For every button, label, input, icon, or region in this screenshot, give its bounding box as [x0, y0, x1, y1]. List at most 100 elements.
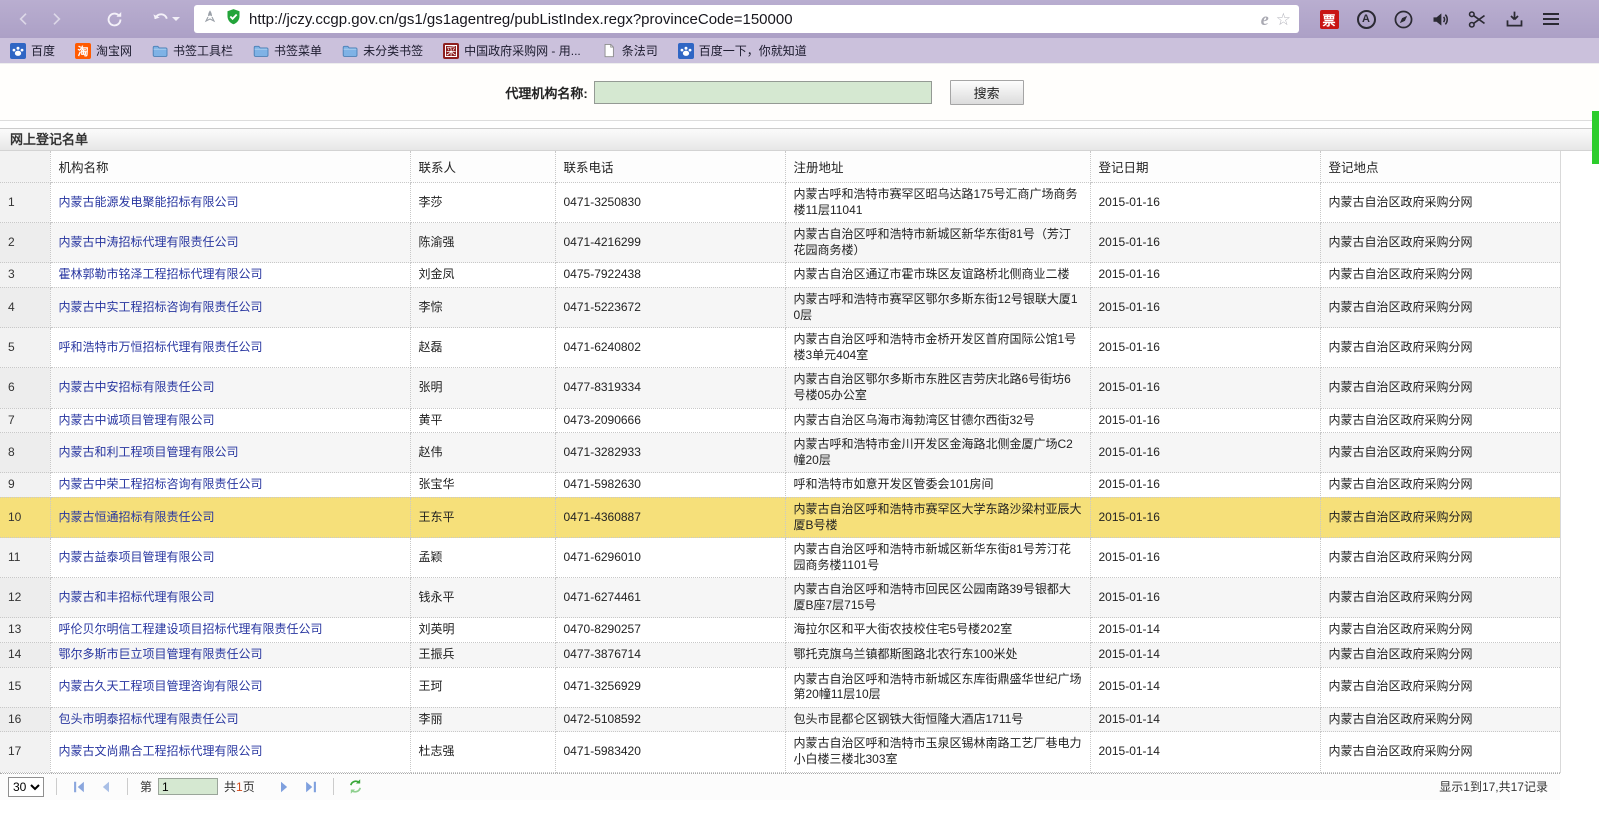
- table-header-row: 机构名称 联系人 联系电话 注册地址 登记日期 登记地点: [0, 151, 1560, 183]
- url-bar[interactable]: http://jczy.ccgp.gov.cn/gs1/gs1agentreg/…: [194, 5, 1299, 33]
- phone-cell: 0471-5982630: [555, 473, 785, 498]
- date-cell: 2015-01-16: [1090, 287, 1320, 327]
- agency-link[interactable]: 内蒙古中诚项目管理有限公司: [59, 413, 215, 427]
- agency-link[interactable]: 包头市明泰招标代理有限责任公司: [59, 712, 239, 726]
- search-button[interactable]: 搜索: [950, 80, 1024, 105]
- baidu-paw-icon: [678, 43, 694, 59]
- row-number: 6: [0, 368, 50, 408]
- agency-link[interactable]: 内蒙古久天工程项目管理咨询有限公司: [59, 679, 263, 693]
- bookmark-label: 未分类书签: [363, 42, 423, 59]
- refresh-button[interactable]: [100, 5, 128, 33]
- row-number: 1: [0, 183, 50, 223]
- date-cell: 2015-01-16: [1090, 433, 1320, 473]
- location-cell: 内蒙古自治区政府采购分网: [1320, 707, 1560, 732]
- contact-cell: 王东平: [410, 497, 555, 537]
- agency-link[interactable]: 内蒙古和丰招标代理有限公司: [59, 590, 215, 604]
- ccgp-icon: 采: [443, 43, 459, 59]
- page-size-select[interactable]: 30: [8, 777, 44, 797]
- url-text[interactable]: http://jczy.ccgp.gov.cn/gs1/gs1agentreg/…: [249, 11, 1254, 28]
- ie-icon[interactable]: e: [1261, 10, 1269, 28]
- agency-link[interactable]: 内蒙古中涛招标代理有限责任公司: [59, 235, 239, 249]
- agency-link[interactable]: 内蒙古中荣工程招标咨询有限责任公司: [59, 477, 263, 491]
- folder-icon: [253, 43, 269, 59]
- location-cell: 内蒙古自治区政府采购分网: [1320, 618, 1560, 643]
- row-number: 5: [0, 328, 50, 368]
- download-icon[interactable]: [1502, 7, 1526, 31]
- folder-icon: [152, 43, 168, 59]
- menu-icon[interactable]: [1539, 7, 1563, 31]
- back-button[interactable]: [10, 5, 38, 33]
- table-row: 7 内蒙古中诚项目管理有限公司 黄平 0473-2090666 内蒙古自治区乌海…: [0, 408, 1560, 433]
- location-cell: 内蒙古自治区政府采购分网: [1320, 408, 1560, 433]
- phone-cell: 0473-2090666: [555, 408, 785, 433]
- agency-link[interactable]: 内蒙古益泰项目管理有限公司: [59, 550, 215, 564]
- reader-mode-icon[interactable]: A: [1354, 7, 1378, 31]
- agency-link[interactable]: 呼和浩特市万恒招标代理有限责任公司: [59, 340, 263, 354]
- forward-button[interactable]: [42, 5, 70, 33]
- first-page-button[interactable]: [69, 778, 89, 796]
- bookmark-star-icon[interactable]: ☆: [1276, 11, 1291, 28]
- bookmark-item[interactable]: 采 中国政府采购网 - 用...: [443, 42, 581, 59]
- row-number: 10: [0, 497, 50, 537]
- agency-name-cell: 内蒙古和利工程项目管理有限公司: [50, 433, 410, 473]
- address-cell: 呼和浩特市如意开发区管委会101房间: [785, 473, 1090, 498]
- table-row: 11 内蒙古益泰项目管理有限公司 孟颖 0471-6296010 内蒙古自治区呼…: [0, 538, 1560, 578]
- undo-dropdown-caret[interactable]: [172, 17, 180, 21]
- agency-link[interactable]: 呼伦贝尔明信工程建设项目招标代理有限责任公司: [59, 622, 323, 636]
- agency-name-cell: 内蒙古中诚项目管理有限公司: [50, 408, 410, 433]
- prev-page-button[interactable]: [95, 778, 115, 796]
- agency-name-cell: 内蒙古和丰招标代理有限公司: [50, 578, 410, 618]
- send-icon[interactable]: [202, 9, 218, 30]
- row-number: 15: [0, 667, 50, 707]
- agency-name-cell: 包头市明泰招标代理有限责任公司: [50, 707, 410, 732]
- last-page-button[interactable]: [301, 778, 321, 796]
- bookmark-item[interactable]: 淘 淘宝网: [75, 42, 132, 59]
- scrollbar-thumb[interactable]: [1592, 111, 1599, 164]
- phone-cell: 0471-3256929: [555, 667, 785, 707]
- total-pages-number: 1: [236, 780, 243, 794]
- agency-link[interactable]: 内蒙古和利工程项目管理有限公司: [59, 445, 239, 459]
- agency-link[interactable]: 内蒙古恒通招标有限责任公司: [59, 510, 215, 524]
- reload-grid-button[interactable]: [346, 778, 366, 796]
- scissors-icon[interactable]: [1465, 7, 1489, 31]
- agency-link[interactable]: 内蒙古中安招标有限责任公司: [59, 380, 215, 394]
- row-number: 3: [0, 263, 50, 288]
- current-page-input[interactable]: [158, 778, 218, 795]
- agency-link[interactable]: 内蒙古文尚鼎合工程招标代理有限公司: [59, 744, 263, 758]
- table-body: 1 内蒙古能源发电聚能招标有限公司 李莎 0471-3250830 内蒙古呼和浩…: [0, 183, 1560, 773]
- address-cell: 内蒙古呼和浩特市赛罕区昭乌达路175号汇商广场商务楼11层11041: [785, 183, 1090, 223]
- row-number: 11: [0, 538, 50, 578]
- date-cell: 2015-01-16: [1090, 408, 1320, 433]
- contact-cell: 刘英明: [410, 618, 555, 643]
- agency-link[interactable]: 霍林郭勒市铭泽工程招标代理有限公司: [59, 267, 263, 281]
- speaker-icon[interactable]: [1428, 7, 1452, 31]
- agency-link[interactable]: 内蒙古能源发电聚能招标有限公司: [59, 195, 239, 209]
- bookmark-item[interactable]: 百度一下，你就知道: [678, 42, 807, 59]
- row-number: 17: [0, 732, 50, 772]
- undo-button[interactable]: [146, 5, 184, 33]
- location-cell: 内蒙古自治区政府采购分网: [1320, 287, 1560, 327]
- compass-icon[interactable]: [1391, 7, 1415, 31]
- bookmark-item[interactable]: 未分类书签: [342, 42, 423, 59]
- table-row: 12 内蒙古和丰招标代理有限公司 钱永平 0471-6274461 内蒙古自治区…: [0, 578, 1560, 618]
- date-cell: 2015-01-16: [1090, 497, 1320, 537]
- phone-cell: 0471-3282933: [555, 433, 785, 473]
- bookmark-item[interactable]: 百度: [10, 42, 55, 59]
- agency-link[interactable]: 内蒙古中实工程招标咨询有限责任公司: [59, 300, 263, 314]
- agency-name-cell: 呼和浩特市万恒招标代理有限责任公司: [50, 328, 410, 368]
- ticket-badge-icon[interactable]: 票: [1317, 7, 1341, 31]
- agency-name-cell: 内蒙古中实工程招标咨询有限责任公司: [50, 287, 410, 327]
- bookmark-label: 百度: [31, 42, 55, 59]
- security-shield-icon[interactable]: [225, 8, 242, 30]
- next-page-button[interactable]: [275, 778, 295, 796]
- bookmark-item[interactable]: 书签菜单: [253, 42, 322, 59]
- date-cell: 2015-01-14: [1090, 618, 1320, 643]
- contact-cell: 王珂: [410, 667, 555, 707]
- bookmark-item[interactable]: 书签工具栏: [152, 42, 233, 59]
- agency-name-input[interactable]: [594, 81, 932, 104]
- location-cell: 内蒙古自治区政府采购分网: [1320, 497, 1560, 537]
- bookmark-item[interactable]: 条法司: [601, 42, 658, 59]
- agency-link[interactable]: 鄂尔多斯市巨立项目管理有限责任公司: [59, 647, 263, 661]
- document-icon: [601, 43, 617, 59]
- contact-cell: 赵磊: [410, 328, 555, 368]
